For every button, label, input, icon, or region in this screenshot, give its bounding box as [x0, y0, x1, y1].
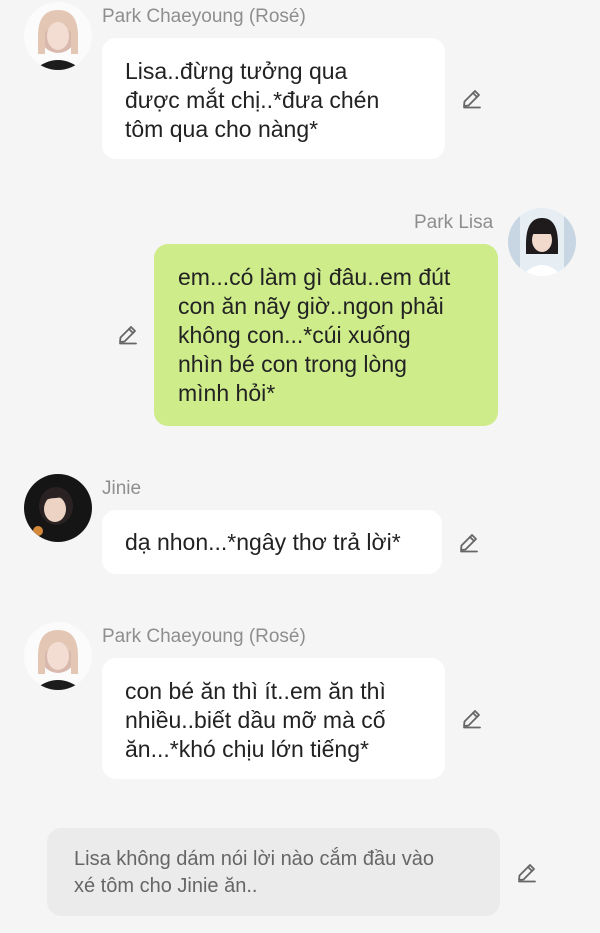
message-line: dạ nhon...*ngây thơ trả lời*	[125, 529, 401, 555]
message-line: con ăn nãy giờ..ngon phải	[178, 293, 444, 319]
narration-bubble: Lisa không dám nói lời nào cắm đầu vào x…	[47, 828, 500, 916]
message-line: con bé ăn thì ít..em ăn thì	[125, 678, 386, 704]
pencil-edit-icon[interactable]	[515, 860, 539, 884]
message-line: nhiều..biết dầu mỡ mà cố	[125, 707, 386, 733]
sender-name: Park Chaeyoung (Rosé)	[102, 6, 306, 27]
pencil-edit-icon[interactable]	[457, 530, 481, 554]
narration-line: xé tôm cho Jinie ăn..	[74, 875, 258, 897]
message-line: ăn...*khó chịu lớn tiếng*	[125, 736, 369, 762]
message-bubble: dạ nhon...*ngây thơ trả lời*	[102, 510, 442, 574]
message-line: được mắt chị..*đưa chén	[125, 87, 380, 113]
message-line: mình hỏi*	[178, 380, 276, 406]
message-bubble: Lisa..đừng tưởng qua được mắt chị..*đưa …	[102, 38, 445, 159]
message-line: nhìn bé con trong lòng	[178, 351, 407, 377]
message-line: Lisa..đừng tưởng qua	[125, 58, 348, 84]
avatar-lisa[interactable]	[508, 208, 576, 276]
pencil-edit-icon[interactable]	[116, 322, 140, 346]
pencil-edit-icon[interactable]	[460, 86, 484, 110]
narration-line: Lisa không dám nói lời nào cắm đầu vào	[74, 848, 434, 870]
sender-name: Jinie	[102, 478, 142, 499]
message-bubble: con bé ăn thì ít..em ăn thì nhiều..biết …	[102, 658, 445, 779]
message-line: tôm qua cho nàng*	[125, 116, 319, 142]
pencil-edit-icon[interactable]	[460, 706, 484, 730]
message-line: không con...*cúi xuống	[178, 322, 411, 348]
avatar-rose[interactable]	[24, 622, 92, 690]
sender-name: Park Chaeyoung (Rosé)	[102, 626, 306, 647]
avatar-rose[interactable]	[24, 2, 92, 70]
sender-name: Park Lisa	[414, 212, 494, 233]
avatar-jinie[interactable]	[24, 474, 92, 542]
message-bubble: em...có làm gì đâu..em đút con ăn nãy gi…	[154, 244, 498, 426]
message-line: em...có làm gì đâu..em đút	[178, 264, 451, 290]
